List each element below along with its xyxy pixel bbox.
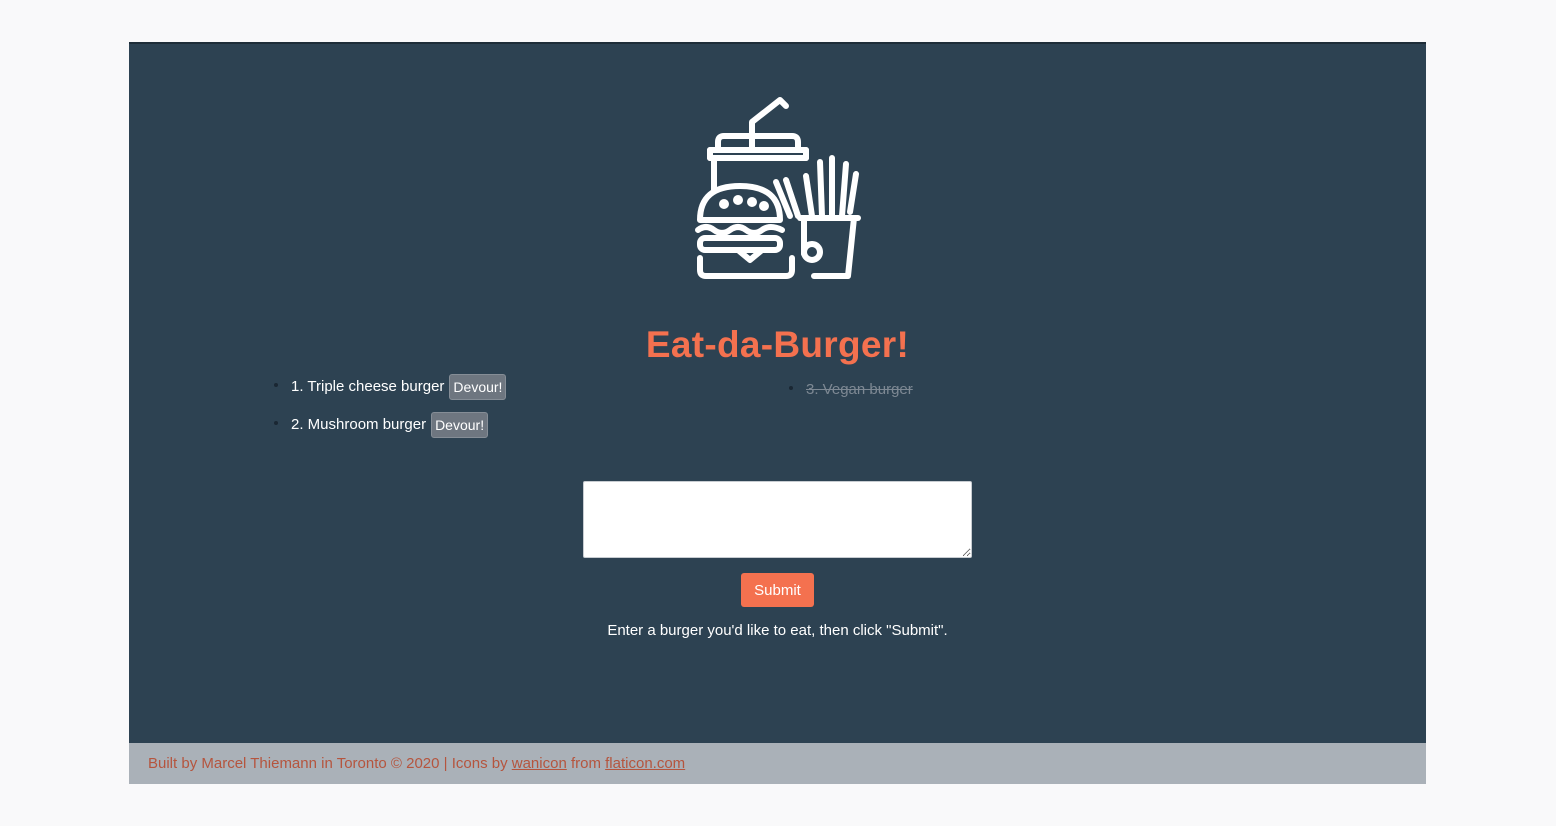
submit-button[interactable]: Submit [741, 573, 814, 607]
main-container: Eat-da-Burger! 1. Triple cheese burger D… [129, 42, 1426, 784]
burger-name: 1. Triple cheese burger [291, 378, 445, 395]
devoured-burger-name: 3. Vegan burger [806, 381, 913, 398]
burgers-to-eat-list: 1. Triple cheese burger Devour! 2. Mushr… [274, 374, 507, 450]
bullet-icon [789, 386, 793, 390]
devour-button[interactable]: Devour! [431, 412, 489, 438]
list-item: 1. Triple cheese burger Devour! [274, 374, 507, 412]
footer-credit: Built by Marcel Thiemann in Toronto © 20… [148, 755, 512, 772]
wanicon-link[interactable]: wanicon [512, 755, 567, 772]
burger-input[interactable] [583, 481, 972, 558]
footer-from: from [566, 755, 606, 772]
flaticon-link[interactable]: flaticon.com [605, 755, 685, 772]
list-item: 2. Mushroom burger Devour! [274, 412, 506, 450]
bullet-icon [274, 383, 278, 387]
bullet-icon [274, 421, 278, 425]
burgers-devoured-list: 3. Vegan burger [789, 377, 913, 415]
help-text: Enter a burger you'd like to eat, then c… [607, 622, 948, 639]
page-title: Eat-da-Burger! [645, 324, 910, 365]
burger-name: 2. Mushroom burger [291, 416, 427, 433]
list-item: 3. Vegan burger [789, 377, 913, 415]
fast-food-icon [695, 97, 861, 279]
devour-button[interactable]: Devour! [449, 374, 507, 400]
footer: Built by Marcel Thiemann in Toronto © 20… [129, 743, 1426, 784]
